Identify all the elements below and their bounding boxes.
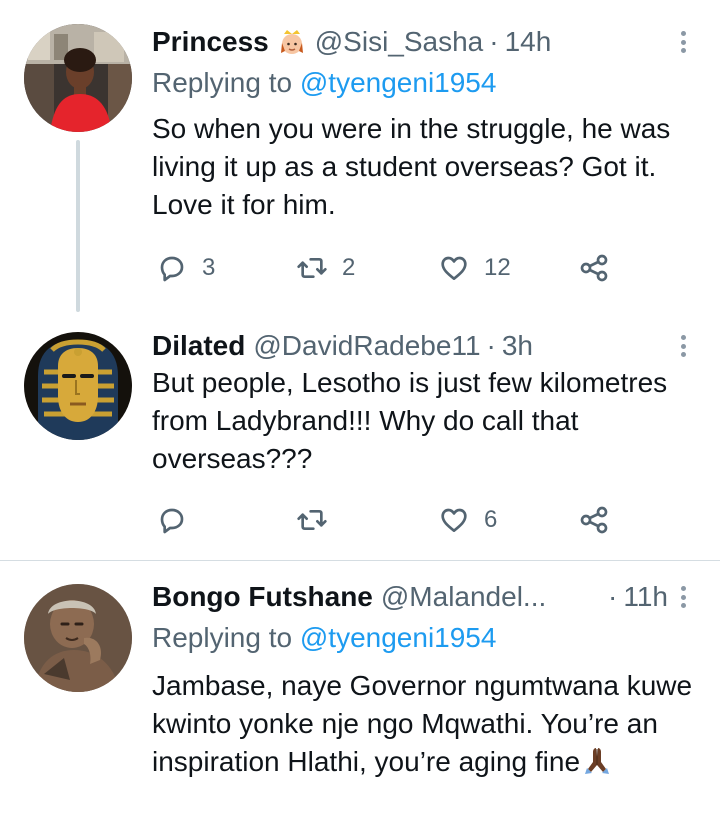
princess-emoji-icon [277,27,307,57]
separator: · [489,26,499,57]
tweet-bongo[interactable]: Bongo Futshane @Malandel... · 11h Replyi… [0,561,720,824]
display-name[interactable]: Bongo Futshane [152,581,373,613]
tweet-actions: 3 2 12 [152,248,622,288]
tweet-princess[interactable]: Princess @Sisi_Sasha · 14h Replying to @… [0,0,720,320]
separator: · [486,330,496,361]
retweet-button[interactable]: 2 [296,248,355,288]
share-icon [580,506,608,534]
user-handle[interactable]: @Malandel... [381,581,546,613]
retweet-icon [297,510,327,530]
share-icon [580,254,608,282]
like-count: 6 [484,506,498,533]
more-options-icon[interactable] [678,582,688,612]
user-handle[interactable]: @Sisi_Sasha [315,26,484,58]
retweet-icon [297,258,327,278]
share-button[interactable] [578,500,610,540]
replying-prefix: Replying to [152,622,293,653]
reply-count: 3 [202,254,216,281]
user-handle[interactable]: @DavidRadebe11 [253,330,480,362]
tweet-text: Jambase, naye Governor ngumtwana kuwe kw… [152,667,702,785]
timestamp[interactable]: 14h [505,26,552,58]
like-icon [441,508,467,532]
praying-hands-emoji-icon [582,745,612,785]
reply-icon [160,508,184,534]
more-options-icon[interactable] [678,27,688,57]
reply-button[interactable]: 3 [156,248,215,288]
retweet-button[interactable] [296,500,328,540]
avatar-princess[interactable] [24,24,132,132]
replying-to: Replying to @tyengeni1954 [152,64,496,102]
separator: · [608,581,618,612]
tweet-text: But people, Lesotho is just few kilometr… [152,367,668,474]
timestamp[interactable]: 11h [623,581,668,613]
replying-prefix: Replying to [152,67,293,98]
tweet-header: Princess @Sisi_Sasha · 14h [152,24,702,60]
thread-line [76,140,80,312]
tweet-header: Bongo Futshane @Malandel... · 11h [152,579,702,615]
tweet-actions: 6 [152,500,622,540]
replying-to-mention[interactable]: @tyengeni1954 [300,67,497,98]
share-button[interactable] [578,248,610,288]
like-button[interactable]: 6 [438,500,497,540]
like-icon [441,256,467,280]
display-name[interactable]: Dilated [152,330,245,362]
avatar-bongo[interactable] [24,584,132,692]
replying-to-mention[interactable]: @tyengeni1954 [300,622,497,653]
like-count: 12 [484,254,511,281]
display-name[interactable]: Princess [152,26,269,58]
avatar-dilated[interactable] [24,332,132,440]
reply-button[interactable] [156,500,188,540]
reply-icon [160,256,184,282]
timestamp[interactable]: 3h [502,330,533,362]
more-options-icon[interactable] [678,331,688,361]
tweet-header: Dilated @DavidRadebe11 · 3h [152,328,702,364]
like-button[interactable]: 12 [438,248,511,288]
tweet-text: So when you were in the struggle, he was… [152,113,671,220]
replying-to: Replying to @tyengeni1954 [152,619,496,657]
retweet-count: 2 [342,254,356,281]
tweet-dilated[interactable]: Dilated @DavidRadebe11 · 3h But people, … [0,320,720,560]
